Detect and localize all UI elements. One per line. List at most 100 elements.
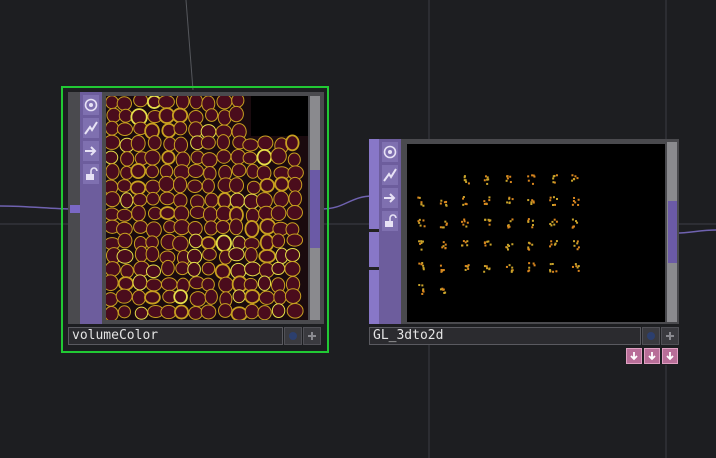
cell-shape xyxy=(131,204,146,222)
cell-shape xyxy=(200,304,217,320)
viewer-icon xyxy=(383,145,397,159)
cell-shape xyxy=(160,304,177,320)
cell-shape xyxy=(116,208,133,222)
cell-shape xyxy=(117,232,133,249)
cell-shape xyxy=(286,233,304,247)
cell-shape xyxy=(257,305,272,320)
cell-shape xyxy=(147,135,162,151)
cell-shape xyxy=(115,288,133,304)
link-wire xyxy=(321,195,374,210)
cell-shape xyxy=(229,218,244,236)
cell-shape xyxy=(187,248,203,264)
cell-shape xyxy=(286,303,304,319)
slice-tile xyxy=(549,240,558,248)
cell-shape xyxy=(271,261,286,276)
slice-tile xyxy=(461,218,469,228)
plus-icon xyxy=(666,332,674,340)
cook-toggle[interactable] xyxy=(83,118,99,138)
node-gl-3dto2d[interactable] xyxy=(369,139,679,324)
cell-shape xyxy=(259,177,275,193)
cell-shape xyxy=(120,192,134,209)
display-toggle[interactable] xyxy=(642,327,660,345)
cell-shape xyxy=(242,151,258,165)
cell-shape xyxy=(145,221,162,239)
node-volume-color[interactable] xyxy=(68,92,324,324)
node-name-gl-3dto2d[interactable]: GL_3dto2d xyxy=(369,327,641,345)
cell-shape xyxy=(120,151,135,167)
slice-tile xyxy=(571,263,580,272)
cell-shape xyxy=(284,288,302,304)
cell-shape xyxy=(159,191,176,206)
slice-tile xyxy=(441,241,447,250)
cell-shape xyxy=(214,263,231,280)
node-viewer[interactable] xyxy=(106,96,308,320)
viewer-toggle[interactable] xyxy=(382,142,398,162)
network-editor[interactable]: volumeColor GL_3dto2d xyxy=(0,0,716,458)
slice-tile xyxy=(527,241,534,251)
slice-tile xyxy=(418,240,424,251)
cell-shape xyxy=(106,163,120,180)
cell-shape xyxy=(189,96,203,110)
bypass-icon xyxy=(85,146,97,156)
cell-shape xyxy=(130,163,147,179)
cell-shape xyxy=(271,233,286,249)
node-name-volume-color[interactable]: volumeColor xyxy=(68,327,283,345)
cells-image xyxy=(106,96,308,320)
cell-shape xyxy=(116,96,132,111)
cell-shape xyxy=(106,191,121,208)
viewer-toggle[interactable] xyxy=(83,95,99,115)
cell-shape xyxy=(117,305,131,319)
lock-toggle[interactable] xyxy=(83,164,99,184)
cell-shape xyxy=(244,289,261,305)
lock-toggle[interactable] xyxy=(382,211,398,231)
cell-shape xyxy=(273,190,289,208)
cell-shape xyxy=(160,277,178,292)
input-connector[interactable] xyxy=(70,205,80,213)
cell-shape xyxy=(146,191,160,206)
display-toggle[interactable] xyxy=(284,327,302,345)
cell-shape xyxy=(171,107,189,124)
slices-image xyxy=(417,174,580,295)
slice-tile xyxy=(505,264,514,273)
flag-button-1[interactable] xyxy=(626,348,642,364)
cell-shape xyxy=(161,150,176,165)
cell-shape xyxy=(201,178,215,194)
cell-shape xyxy=(144,290,161,305)
slice-tile xyxy=(462,196,468,206)
down-arrow-icon xyxy=(630,352,638,361)
cook-toggle[interactable] xyxy=(382,165,398,185)
output-connector[interactable] xyxy=(310,170,320,248)
slice-tile xyxy=(439,199,448,207)
expand-button[interactable] xyxy=(303,327,321,345)
slice-tile xyxy=(483,196,491,206)
cell-shape xyxy=(202,206,218,223)
node-viewer[interactable] xyxy=(407,144,665,322)
cell-shape xyxy=(145,278,163,292)
expand-button[interactable] xyxy=(661,327,679,345)
slice-tile xyxy=(506,218,514,229)
cell-shape xyxy=(173,205,190,222)
cell-shape xyxy=(232,289,246,304)
flag-button-3[interactable] xyxy=(662,348,678,364)
cell-shape xyxy=(187,221,203,236)
bypass-toggle[interactable] xyxy=(83,141,99,161)
cell-shape xyxy=(106,261,121,277)
input-connector-1[interactable] xyxy=(369,229,379,232)
lock-icon xyxy=(86,167,98,180)
slice-tile xyxy=(417,218,426,228)
bypass-toggle[interactable] xyxy=(382,188,398,208)
cell-shape xyxy=(161,259,175,277)
input-connector-2[interactable] xyxy=(369,267,379,270)
cell-shape xyxy=(161,122,177,139)
cell-shape xyxy=(242,138,259,152)
cell-shape xyxy=(187,179,203,194)
flag-button-2[interactable] xyxy=(644,348,660,364)
cell-shape xyxy=(116,249,134,264)
cell-shape xyxy=(288,190,302,207)
cell-shape xyxy=(205,108,219,122)
output-connector[interactable] xyxy=(668,201,677,263)
cell-shape xyxy=(159,206,176,220)
cell-shape xyxy=(204,288,218,305)
cell-shape xyxy=(258,249,277,264)
cell-shape xyxy=(173,136,189,154)
